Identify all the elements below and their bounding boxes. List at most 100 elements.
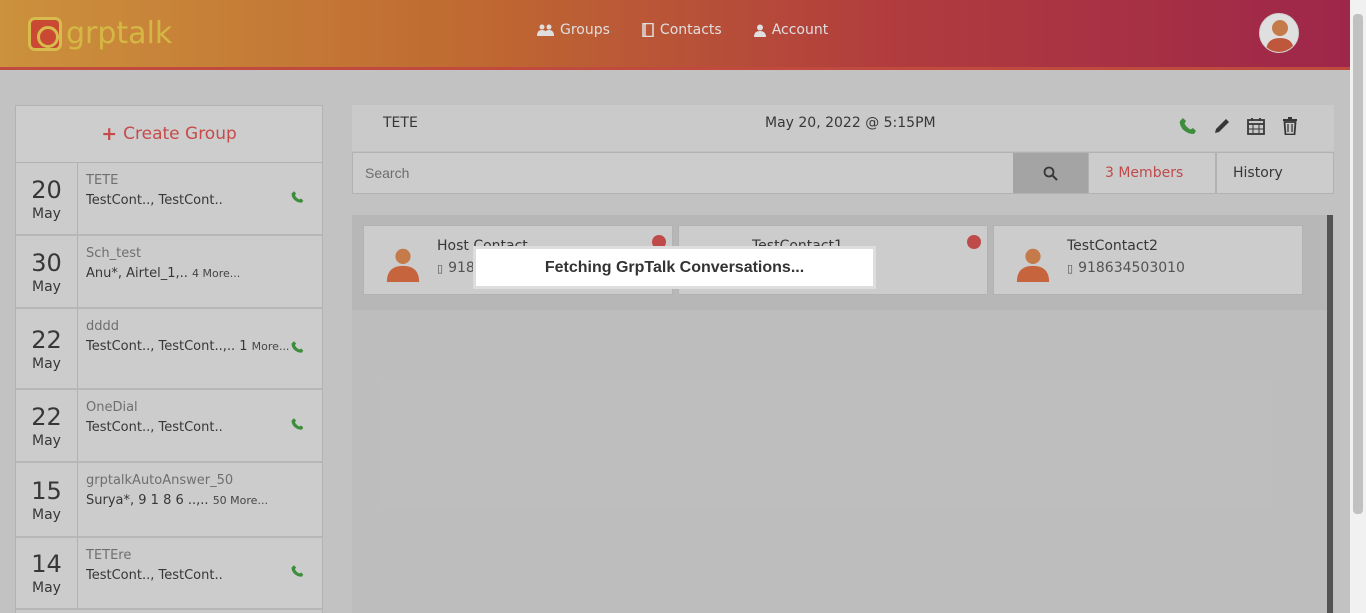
group-date-block: 20 May xyxy=(16,163,78,234)
group-date-block: 15 May xyxy=(16,463,78,536)
group-more-link[interactable]: 50 More... xyxy=(213,494,268,507)
create-group-label: Create Group xyxy=(123,124,237,144)
groups-sidebar: + Create Group 20 May TETE TestCont.., Test… xyxy=(15,105,323,613)
group-info: OneDial TestCont.., TestCont.. xyxy=(78,390,322,461)
group-info: TETE TestCont.., TestCont.. xyxy=(78,163,322,234)
group-name: grptalkAutoAnswer_50 xyxy=(86,473,234,488)
members-scrollbar[interactable] xyxy=(1327,215,1333,613)
group-detail-panel: TETE May 20, 2022 @ 5:15PM 3 Members His… xyxy=(352,105,1334,613)
group-actions xyxy=(1178,116,1300,136)
group-month: May xyxy=(32,355,61,372)
group-members-preview: TestCont.., TestCont.. xyxy=(86,420,314,435)
member-role-icon[interactable] xyxy=(652,235,666,249)
nav-groups-label: Groups xyxy=(560,22,610,38)
group-members-preview: TestCont.., TestCont.. xyxy=(86,568,314,583)
group-day: 15 xyxy=(31,476,62,505)
members-area: Host Contact ▯ 918634503001 TestContact1 ▯ 91… xyxy=(352,215,1334,613)
logo-mark-icon xyxy=(28,16,62,51)
nav-contacts[interactable]: Contacts xyxy=(642,22,722,38)
group-info: grptalkAutoAnswer_50 Surya*, 9 1 8 6 ..,.… xyxy=(78,463,322,536)
call-button[interactable] xyxy=(1178,116,1198,136)
nav-account[interactable]: Account xyxy=(753,22,829,38)
group-name: OneDial xyxy=(86,400,138,415)
top-header: grptalk Groups Contacts Account xyxy=(0,0,1350,70)
group-members-preview: TestCont.., TestCont.. xyxy=(86,193,314,208)
group-detail-header: TETE May 20, 2022 @ 5:15PM xyxy=(352,105,1334,151)
group-name: TETE xyxy=(86,173,119,188)
member-card[interactable]: TestContact2 ▯ 918634503010 xyxy=(993,225,1303,295)
group-members-text: Anu*, Airtel_1,.. xyxy=(86,266,188,281)
edit-button[interactable] xyxy=(1212,116,1232,136)
group-more-link[interactable]: More... xyxy=(252,340,290,353)
mobile-icon: ▯ xyxy=(752,261,759,275)
member-card[interactable]: TestContact1 ▯ 918634503007 xyxy=(678,225,988,295)
member-avatar-icon xyxy=(386,248,420,282)
nav-groups[interactable]: Groups xyxy=(537,22,610,38)
member-card[interactable]: Host Contact ▯ 918634503001 xyxy=(363,225,673,295)
group-list-item[interactable]: 22 May dddd TestCont.., TestCont..,.. 1 Mor… xyxy=(16,309,322,390)
group-members-preview: Surya*, 9 1 8 6 ..,.. 50 More... xyxy=(86,493,314,508)
group-day: 22 xyxy=(31,402,62,431)
search-button[interactable] xyxy=(1013,153,1088,193)
phone-icon[interactable] xyxy=(291,565,304,582)
user-icon xyxy=(753,24,766,37)
member-avatar-icon xyxy=(1016,248,1050,282)
group-list-item[interactable]: 22 May OneDial TestCont.., TestCont.. xyxy=(16,390,322,463)
group-more-link[interactable]: 4 More... xyxy=(192,267,240,280)
group-list-item[interactable]: 15 May grptalkAutoAnswer_50 Surya*, 9 1 8 6… xyxy=(16,463,322,538)
page-scrollbar[interactable] xyxy=(1350,0,1366,613)
avatar-person-icon xyxy=(1266,20,1294,52)
tab-history[interactable]: History xyxy=(1216,152,1334,194)
group-day: 30 xyxy=(31,248,62,277)
group-name: TETEre xyxy=(86,548,132,563)
member-phone: ▯ 918634503001 xyxy=(437,260,555,276)
member-role-icon[interactable] xyxy=(967,235,981,249)
member-phone: ▯ 918634503010 xyxy=(1067,260,1185,276)
nav-account-label: Account xyxy=(771,22,829,38)
group-day: 14 xyxy=(31,550,62,578)
member-search-bar xyxy=(352,152,1088,194)
group-day: 20 xyxy=(31,175,62,204)
phone-icon[interactable] xyxy=(291,340,304,357)
delete-button[interactable] xyxy=(1280,116,1300,136)
group-info: TETEre TestCont.., TestCont.. xyxy=(78,538,322,608)
phone-icon[interactable] xyxy=(291,190,304,207)
group-members-text: TestCont.., TestCont..,.. 1 xyxy=(86,339,248,354)
phone-icon xyxy=(1179,118,1196,134)
group-members-text: Surya*, 9 1 8 6 ..,.. xyxy=(86,493,209,508)
group-list: 20 May TETE TestCont.., TestCont.. 30 May Sch… xyxy=(16,163,322,610)
group-month: May xyxy=(32,580,61,596)
member-phone-number: 918634503007 xyxy=(763,260,870,276)
group-date: May 20, 2022 @ 5:15PM xyxy=(765,115,936,131)
mobile-icon: ▯ xyxy=(437,261,444,275)
group-list-item[interactable]: 30 May Sch_test Anu*, Airtel_1,.. 4 More... xyxy=(16,236,322,309)
trash-icon xyxy=(1283,117,1297,135)
group-date-block: 14 May xyxy=(16,538,78,608)
group-date-block: 22 May xyxy=(16,309,78,388)
group-day: 22 xyxy=(31,325,62,354)
page-scrollbar-thumb[interactable] xyxy=(1353,14,1363,514)
create-group-button[interactable]: + Create Group xyxy=(16,106,322,163)
member-search-input[interactable] xyxy=(353,153,1013,193)
group-list-item[interactable]: 14 May TETEre TestCont.., TestCont.. xyxy=(16,538,322,610)
group-name: Sch_test xyxy=(86,246,142,261)
member-phone: ▯ 918634503007 xyxy=(752,260,870,276)
contacts-book-icon xyxy=(642,23,654,37)
member-avatar-icon xyxy=(701,248,735,282)
phone-icon[interactable] xyxy=(291,417,304,434)
member-name: TestContact2 xyxy=(1067,238,1158,254)
group-month: May xyxy=(32,432,61,449)
group-members-preview: Anu*, Airtel_1,.. 4 More... xyxy=(86,266,314,281)
group-info: Sch_test Anu*, Airtel_1,.. 4 More... xyxy=(78,236,322,307)
group-members-text: TestCont.., TestCont.. xyxy=(86,568,223,583)
members-strip: Host Contact ▯ 918634503001 TestContact1 ▯ 91… xyxy=(352,215,1327,310)
calendar-icon xyxy=(1247,118,1265,135)
group-date-block: 22 May xyxy=(16,390,78,461)
tab-members[interactable]: 3 Members xyxy=(1088,152,1216,194)
grptalk-logo[interactable]: grptalk xyxy=(28,16,172,51)
nav-contacts-label: Contacts xyxy=(659,22,722,38)
schedule-button[interactable] xyxy=(1246,116,1266,136)
group-list-item[interactable]: 20 May TETE TestCont.., TestCont.. xyxy=(16,163,322,236)
profile-avatar[interactable] xyxy=(1259,13,1299,53)
member-name: Host Contact xyxy=(437,238,528,254)
